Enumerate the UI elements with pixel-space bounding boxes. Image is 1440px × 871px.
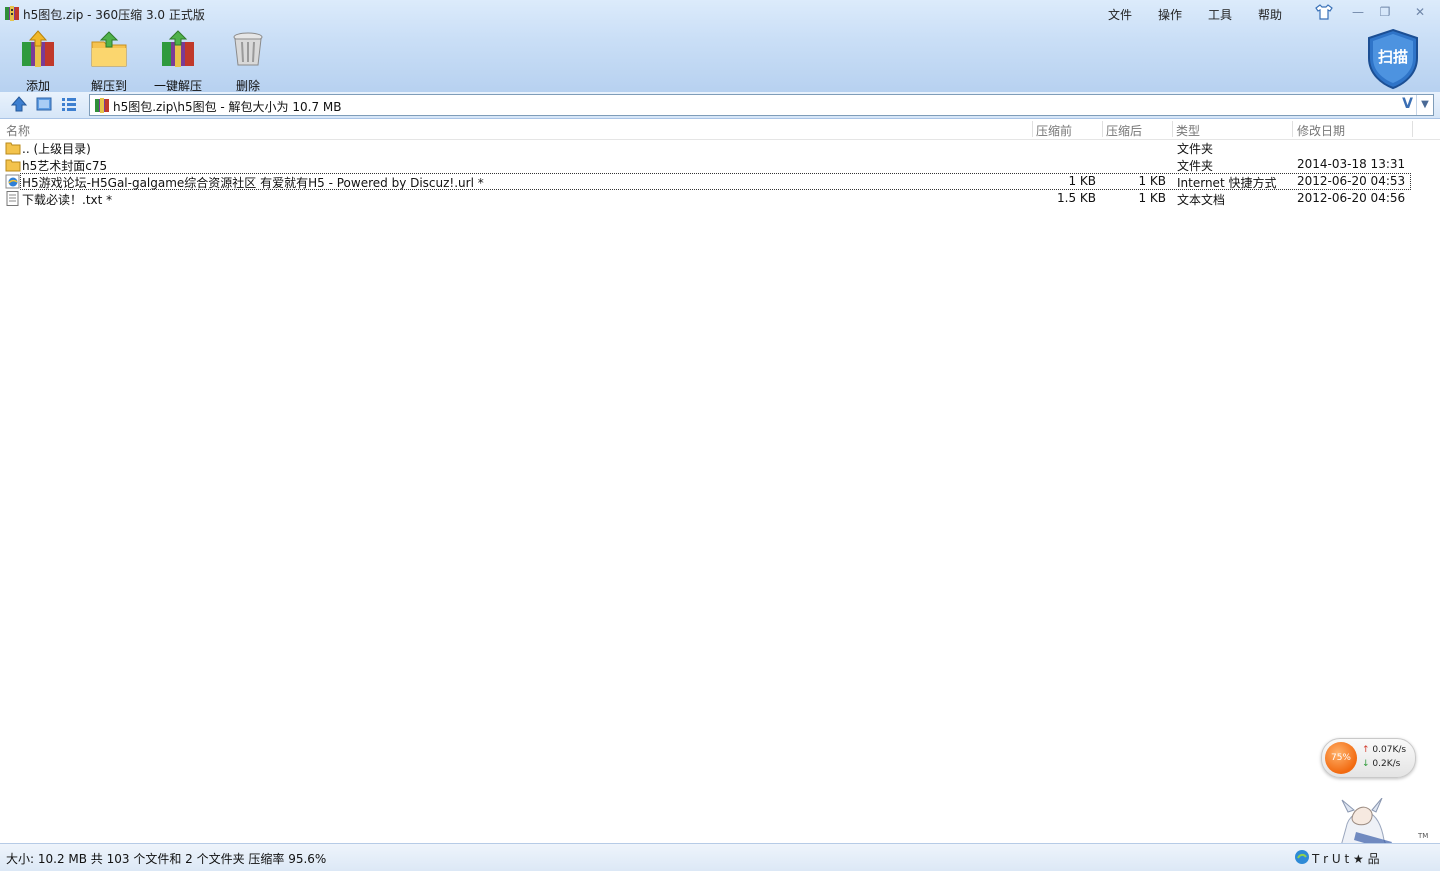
- text-file-icon: [6, 191, 19, 206]
- archive-app-icon: [5, 6, 19, 21]
- menu-operate[interactable]: 操作: [1158, 6, 1182, 23]
- brand-logo-icon[interactable]: [1294, 849, 1310, 865]
- download-arrow-icon: ↓: [1362, 759, 1370, 769]
- row-date: 2012-06-20 04:56: [1297, 191, 1406, 205]
- col-separator[interactable]: [1032, 121, 1033, 137]
- internet-shortcut-icon: [5, 174, 20, 189]
- delete-button[interactable]: 删除: [218, 30, 278, 93]
- status-bar: 大小: 10.2 MB 共 103 个文件和 2 个文件夹 压缩率 95.6% …: [0, 843, 1440, 871]
- menu-file[interactable]: 文件: [1108, 6, 1132, 23]
- col-type[interactable]: 类型: [1176, 122, 1200, 139]
- menu-tools[interactable]: 工具: [1208, 6, 1232, 23]
- col-modified[interactable]: 修改日期: [1297, 122, 1345, 139]
- minimize-button[interactable]: —: [1345, 2, 1371, 22]
- col-name[interactable]: 名称: [6, 122, 30, 139]
- table-row[interactable]: 下载必读！.txt * 1.5 KB 1 KB 文本文档 2012-06-20 …: [0, 190, 1415, 207]
- title-bar: h5图包.zip - 360压缩 3.0 正式版 文件 操作 工具 帮助 — ❐…: [0, 0, 1440, 26]
- window-title: h5图包.zip - 360压缩 3.0 正式版: [23, 8, 205, 22]
- upload-arrow-icon: ↑: [1362, 745, 1370, 755]
- extract-folder-icon: [91, 31, 127, 67]
- row-packed: 1 KB: [1138, 174, 1166, 188]
- skin-shirt-icon[interactable]: [1315, 4, 1333, 20]
- extract-to-button[interactable]: 解压到: [79, 30, 139, 93]
- folder-icon: [5, 142, 21, 155]
- row-date: 2014-03-18 13:31: [1297, 157, 1406, 171]
- row-size: 1.5 KB: [1057, 191, 1096, 205]
- row-name: 下载必读！.txt *: [22, 193, 113, 207]
- row-size: 1 KB: [1068, 174, 1096, 188]
- menu-help[interactable]: 帮助: [1258, 6, 1282, 23]
- one-click-extract-icon: [162, 30, 194, 67]
- list-view-icon[interactable]: [60, 95, 78, 113]
- row-date: 2012-06-20 04:53: [1297, 174, 1406, 188]
- upload-speed: ↑ 0.07K/s: [1362, 745, 1406, 755]
- download-speed: ↓ 0.2K/s: [1362, 759, 1400, 769]
- address-path: h5图包.zip\h5图包 - 解包大小为 10.7 MB: [113, 100, 342, 114]
- up-arrow-icon[interactable]: [10, 95, 28, 113]
- close-button[interactable]: ✕: [1407, 2, 1433, 22]
- row-type: Internet 快捷方式: [1177, 176, 1277, 190]
- trash-bin-icon: [233, 32, 263, 66]
- column-header: 名称 压缩前 压缩后 类型 修改日期: [0, 119, 1440, 140]
- address-dropdown-button[interactable]: ▼: [1416, 95, 1433, 115]
- status-text: 大小: 10.2 MB 共 103 个文件和 2 个文件夹 压缩率 95.6%: [6, 852, 327, 866]
- v-verified-icon: V: [1402, 96, 1413, 112]
- zip-file-icon: [95, 98, 109, 113]
- status-brand-text[interactable]: T r U t ★ 品: [1312, 850, 1380, 867]
- mascot-tm-mark: TM: [1417, 832, 1428, 840]
- thumbnail-view-icon[interactable]: [35, 95, 53, 113]
- row-packed: 1 KB: [1138, 191, 1166, 205]
- add-archive-icon: [22, 30, 54, 67]
- download-speed-value: 0.2K/s: [1372, 759, 1401, 769]
- col-separator[interactable]: [1172, 121, 1173, 137]
- address-bar[interactable]: h5图包.zip\h5图包 - 解包大小为 10.7 MB V ▼: [89, 94, 1434, 116]
- one-click-extract-button[interactable]: 一键解压: [148, 30, 208, 93]
- col-compressed-after[interactable]: 压缩后: [1106, 122, 1142, 139]
- top-band: h5图包.zip - 360压缩 3.0 正式版 文件 操作 工具 帮助 — ❐…: [0, 0, 1440, 93]
- scan-label: 扫描: [1377, 48, 1408, 66]
- row-name: h5艺术封面c75: [22, 159, 108, 173]
- row-name: H5游戏论坛-H5Gal-galgame综合资源社区 有爱就有H5 - Powe…: [22, 176, 484, 190]
- speed-percent-ball: 75%: [1325, 742, 1357, 774]
- col-separator[interactable]: [1412, 121, 1413, 137]
- folder-icon: [5, 159, 21, 172]
- add-button[interactable]: 添加: [8, 30, 68, 93]
- address-row: h5图包.zip\h5图包 - 解包大小为 10.7 MB V ▼: [0, 92, 1440, 119]
- row-type: 文本文档: [1177, 193, 1226, 207]
- col-separator[interactable]: [1292, 121, 1293, 137]
- row-type: 文件夹: [1177, 142, 1214, 156]
- row-name: .. (上级目录): [22, 142, 91, 156]
- upload-speed-value: 0.07K/s: [1372, 745, 1407, 755]
- restore-button[interactable]: ❐: [1372, 2, 1398, 22]
- scan-button[interactable]: 扫描: [1366, 28, 1420, 90]
- network-speed-widget[interactable]: 75% ↑ 0.07K/s ↓ 0.2K/s: [1321, 738, 1416, 778]
- col-compressed-before[interactable]: 压缩前: [1036, 122, 1072, 139]
- col-separator[interactable]: [1102, 121, 1103, 137]
- table-row[interactable]: .. (上级目录) 文件夹: [0, 139, 1415, 156]
- table-row[interactable]: h5艺术封面c75 文件夹 2014-03-18 13:31: [0, 156, 1415, 173]
- row-type: 文件夹: [1177, 159, 1214, 173]
- table-row-selected[interactable]: H5游戏论坛-H5Gal-galgame综合资源社区 有爱就有H5 - Powe…: [5, 173, 1411, 190]
